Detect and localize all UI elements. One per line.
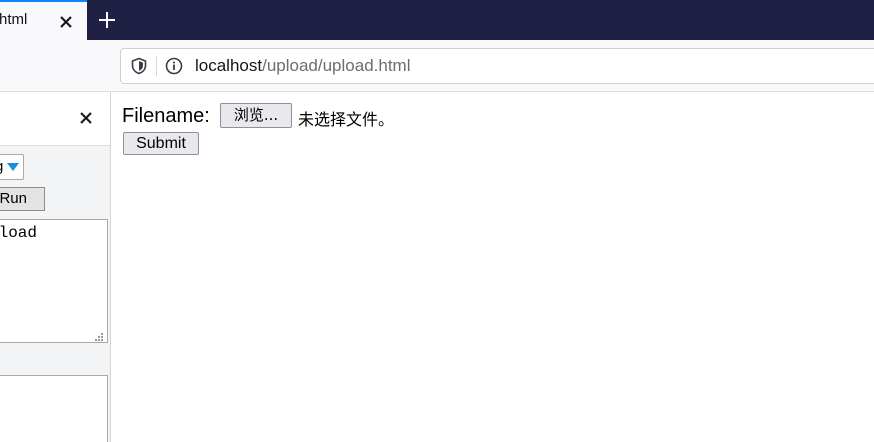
submit-button[interactable]: Submit	[123, 132, 199, 155]
no-file-selected-text: 未选择文件。	[298, 110, 395, 129]
sidebar-panel: g Run pload	[0, 92, 111, 442]
tab-active[interactable]: html	[0, 0, 87, 40]
language-select-value: g	[0, 158, 3, 175]
filename-label: Filename:	[122, 105, 210, 127]
url-bar[interactable]: localhost/upload/upload.html	[120, 48, 874, 84]
close-icon[interactable]	[77, 109, 95, 127]
url-host: localhost	[195, 56, 263, 75]
resize-grip-icon[interactable]	[94, 329, 104, 341]
sidebar-header	[0, 92, 110, 146]
run-button[interactable]: Run	[0, 187, 45, 211]
shield-icon[interactable]	[130, 57, 148, 75]
output-area[interactable]	[0, 375, 108, 442]
tab-title: html	[0, 11, 28, 28]
navigation-bar: localhost/upload/upload.html	[0, 40, 874, 92]
url-divider	[156, 56, 157, 76]
chevron-down-icon	[7, 163, 19, 171]
plus-icon[interactable]	[97, 10, 117, 30]
close-icon[interactable]	[58, 14, 74, 30]
page-content: Filename: 浏览... 未选择文件。 Submit	[111, 92, 874, 442]
code-editor[interactable]: pload	[0, 219, 108, 343]
tab-strip: html	[0, 0, 874, 40]
info-icon[interactable]	[165, 57, 183, 75]
browser-window: html localhost/upload/upload.html Run oa…	[0, 0, 874, 442]
language-select[interactable]: g	[0, 154, 24, 180]
browse-button[interactable]: 浏览...	[220, 103, 292, 128]
url-path: /upload/upload.html	[262, 56, 411, 75]
code-text: pload	[0, 224, 38, 242]
url-text[interactable]: localhost/upload/upload.html	[195, 56, 411, 76]
